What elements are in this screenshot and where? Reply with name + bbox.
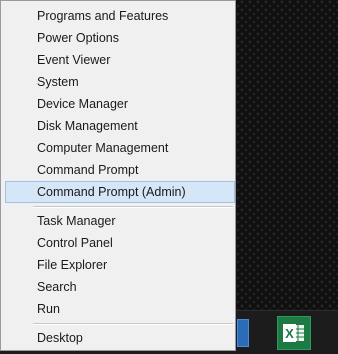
menu-item-event-viewer[interactable]: Event Viewer — [5, 49, 235, 71]
menu-item-run[interactable]: Run — [5, 298, 235, 320]
menu-item-label: Desktop — [37, 331, 83, 345]
menu-item-label: Command Prompt (Admin) — [37, 185, 186, 199]
menu-item-desktop[interactable]: Desktop — [5, 327, 235, 349]
menu-item-device-manager[interactable]: Device Manager — [5, 93, 235, 115]
menu-item-system[interactable]: System — [5, 71, 235, 93]
menu-item-programs-and-features[interactable]: Programs and Features — [5, 5, 235, 27]
menu-item-label: Event Viewer — [37, 53, 111, 67]
menu-item-label: Search — [37, 280, 77, 294]
menu-item-power-options[interactable]: Power Options — [5, 27, 235, 49]
menu-item-control-panel[interactable]: Control Panel — [5, 232, 235, 254]
menu-item-label: Command Prompt — [37, 163, 139, 177]
excel-logo: X — [283, 324, 304, 342]
menu-item-disk-management[interactable]: Disk Management — [5, 115, 235, 137]
menu-separator — [33, 323, 233, 325]
menu-item-label: Power Options — [37, 31, 119, 45]
menu-item-label: Disk Management — [37, 119, 138, 133]
menu-item-label: Run — [37, 302, 60, 316]
menu-item-label: Task Manager — [37, 214, 116, 228]
menu-item-search[interactable]: Search — [5, 276, 235, 298]
menu-item-label: Programs and Features — [37, 9, 169, 23]
menu-item-command-prompt-admin[interactable]: Command Prompt (Admin) — [5, 181, 235, 203]
menu-item-label: Device Manager — [37, 97, 129, 111]
excel-icon[interactable]: X — [277, 316, 311, 350]
menu-item-label: Computer Management — [37, 141, 169, 155]
menu-item-command-prompt[interactable]: Command Prompt — [5, 159, 235, 181]
menu-item-task-manager[interactable]: Task Manager — [5, 210, 235, 232]
menu-item-label: Control Panel — [37, 236, 113, 250]
menu-item-file-explorer[interactable]: File Explorer — [5, 254, 235, 276]
taskbar-app-icon[interactable] — [237, 319, 249, 347]
menu-item-label: File Explorer — [37, 258, 108, 272]
menu-separator — [33, 206, 233, 208]
quick-link-menu: Programs and Features Power Options Even… — [0, 0, 236, 351]
menu-item-label: System — [37, 75, 79, 89]
excel-logo-letter: X — [285, 326, 294, 341]
menu-item-computer-management[interactable]: Computer Management — [5, 137, 235, 159]
